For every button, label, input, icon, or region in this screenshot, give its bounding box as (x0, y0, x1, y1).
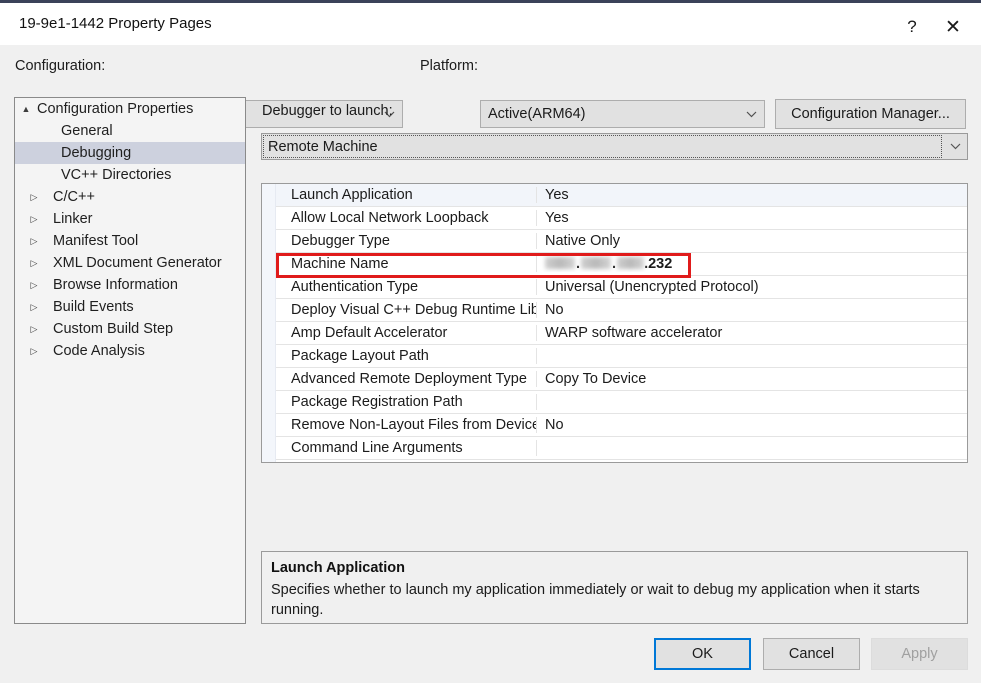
collapsed-triangle-icon[interactable]: ▷ (15, 324, 53, 335)
property-name: Deploy Visual C++ Debug Runtime Libr (276, 302, 537, 318)
property-name: Amp Default Accelerator (276, 325, 537, 341)
description-panel: Launch Application Specifies whether to … (261, 551, 968, 624)
ok-button[interactable]: OK (654, 638, 751, 670)
platform-label: Platform: (420, 58, 478, 74)
property-name: Package Registration Path (276, 394, 537, 410)
configuration-bar: Configuration: Active(Release) Platform:… (0, 45, 981, 94)
tree-item-general[interactable]: General (15, 120, 245, 142)
machine-name-suffix: .232 (644, 256, 672, 272)
property-name: Debugger Type (276, 233, 537, 249)
debugger-to-launch-combo[interactable]: Remote Machine (261, 133, 968, 160)
debugger-to-launch-value: Remote Machine (262, 139, 943, 155)
property-value[interactable]: Copy To Device (537, 371, 967, 387)
tree-item-custom-build-step[interactable]: ▷Custom Build Step (15, 318, 245, 340)
tree-item-vc-directories[interactable]: VC++ Directories (15, 164, 245, 186)
configuration-label: Configuration: (15, 58, 105, 74)
property-name: Package Layout Path (276, 348, 537, 364)
tree-item-label: VC++ Directories (61, 167, 177, 183)
close-icon[interactable]: ✕ (930, 6, 976, 48)
property-row[interactable]: Amp Default AcceleratorWARP software acc… (276, 322, 967, 345)
expanded-triangle-icon[interactable]: ▲ (15, 104, 37, 114)
property-name: Advanced Remote Deployment Type (276, 371, 537, 387)
property-row[interactable]: Remove Non-Layout Files from DeviceNo (276, 414, 967, 437)
tree-item-label: General (61, 123, 119, 139)
tree-item-label: C/C++ (53, 189, 101, 205)
description-text: Specifies whether to launch my applicati… (271, 579, 958, 620)
tree-item-label: Browse Information (53, 277, 184, 293)
property-row[interactable]: Authentication TypeUniversal (Unencrypte… (276, 276, 967, 299)
property-row[interactable]: Launch ApplicationYes (276, 184, 967, 207)
property-row[interactable]: Command Line Arguments (276, 437, 967, 460)
property-row[interactable]: Deploy Visual C++ Debug Runtime LibrNo (276, 299, 967, 322)
title-bar: 19-9e1-1442 Property Pages ? ✕ (0, 3, 981, 45)
tree-item-xml-document-generator[interactable]: ▷XML Document Generator (15, 252, 245, 274)
property-grid-gutter (262, 184, 276, 462)
tree-item-code-analysis[interactable]: ▷Code Analysis (15, 340, 245, 362)
platform-combo[interactable]: Active(ARM64) (480, 100, 765, 128)
tree-item-label: Linker (53, 211, 99, 227)
property-row[interactable]: Machine Name...232 (276, 253, 967, 276)
collapsed-triangle-icon[interactable]: ▷ (15, 346, 53, 357)
apply-button[interactable]: Apply (871, 638, 968, 670)
tree-item-browse-information[interactable]: ▷Browse Information (15, 274, 245, 296)
tree-item-label: Build Events (53, 299, 140, 315)
tree-item-label: Manifest Tool (53, 233, 144, 249)
property-row[interactable]: Debugger TypeNative Only (276, 230, 967, 253)
property-row[interactable]: Allow Local Network LoopbackYes (276, 207, 967, 230)
tree-item-label: Debugging (61, 145, 137, 161)
property-grid[interactable]: Launch ApplicationYesAllow Local Network… (261, 183, 968, 463)
description-title: Launch Application (271, 558, 958, 579)
property-row[interactable]: Package Layout Path (276, 345, 967, 368)
collapsed-triangle-icon[interactable]: ▷ (15, 214, 53, 225)
property-value[interactable]: Yes (537, 210, 967, 226)
collapsed-triangle-icon[interactable]: ▷ (15, 236, 53, 247)
tree-item-debugging[interactable]: Debugging (15, 142, 245, 164)
cancel-button[interactable]: Cancel (763, 638, 860, 670)
property-row[interactable]: Package Registration Path (276, 391, 967, 414)
property-grid-rows: Launch ApplicationYesAllow Local Network… (276, 184, 967, 460)
property-value[interactable]: WARP software accelerator (537, 325, 967, 341)
property-value-redacted[interactable]: ...232 (537, 256, 967, 272)
property-name: Allow Local Network Loopback (276, 210, 537, 226)
property-value[interactable]: Yes (537, 187, 967, 203)
configuration-manager-button[interactable]: Configuration Manager... (775, 99, 966, 129)
property-value[interactable]: No (537, 302, 967, 318)
property-name: Remove Non-Layout Files from Device (276, 417, 537, 433)
tree-item-build-events[interactable]: ▷Build Events (15, 296, 245, 318)
tree-item-linker[interactable]: ▷Linker (15, 208, 245, 230)
property-value[interactable]: Universal (Unencrypted Protocol) (537, 279, 967, 295)
property-name: Command Line Arguments (276, 440, 537, 456)
chevron-down-icon (738, 111, 764, 118)
property-value[interactable]: Native Only (537, 233, 967, 249)
configuration-properties-tree[interactable]: ▲Configuration Properties General Debuggin… (14, 97, 246, 624)
tree-item-configuration-properties[interactable]: ▲Configuration Properties (15, 98, 245, 120)
help-icon[interactable]: ? (889, 6, 935, 48)
tree-item-label: Custom Build Step (53, 321, 179, 337)
tree-item-label: Code Analysis (53, 343, 151, 359)
collapsed-triangle-icon[interactable]: ▷ (15, 192, 53, 203)
tree-item-label: XML Document Generator (53, 255, 228, 271)
tree-item-manifest-tool[interactable]: ▷Manifest Tool (15, 230, 245, 252)
property-name: Machine Name (276, 256, 537, 272)
property-row[interactable]: Advanced Remote Deployment TypeCopy To D… (276, 368, 967, 391)
property-name: Authentication Type (276, 279, 537, 295)
collapsed-triangle-icon[interactable]: ▷ (15, 280, 53, 291)
tree-item-label: Configuration Properties (37, 101, 199, 117)
platform-combo-value: Active(ARM64) (488, 106, 738, 122)
tree-item-c-c[interactable]: ▷C/C++ (15, 186, 245, 208)
window-title: 19-9e1-1442 Property Pages (19, 15, 212, 32)
debugger-to-launch-label: Debugger to launch: (262, 103, 393, 119)
collapsed-triangle-icon[interactable]: ▷ (15, 302, 53, 313)
collapsed-triangle-icon[interactable]: ▷ (15, 258, 53, 269)
property-value[interactable]: No (537, 417, 967, 433)
chevron-down-icon (943, 143, 967, 150)
property-name: Launch Application (276, 187, 537, 203)
